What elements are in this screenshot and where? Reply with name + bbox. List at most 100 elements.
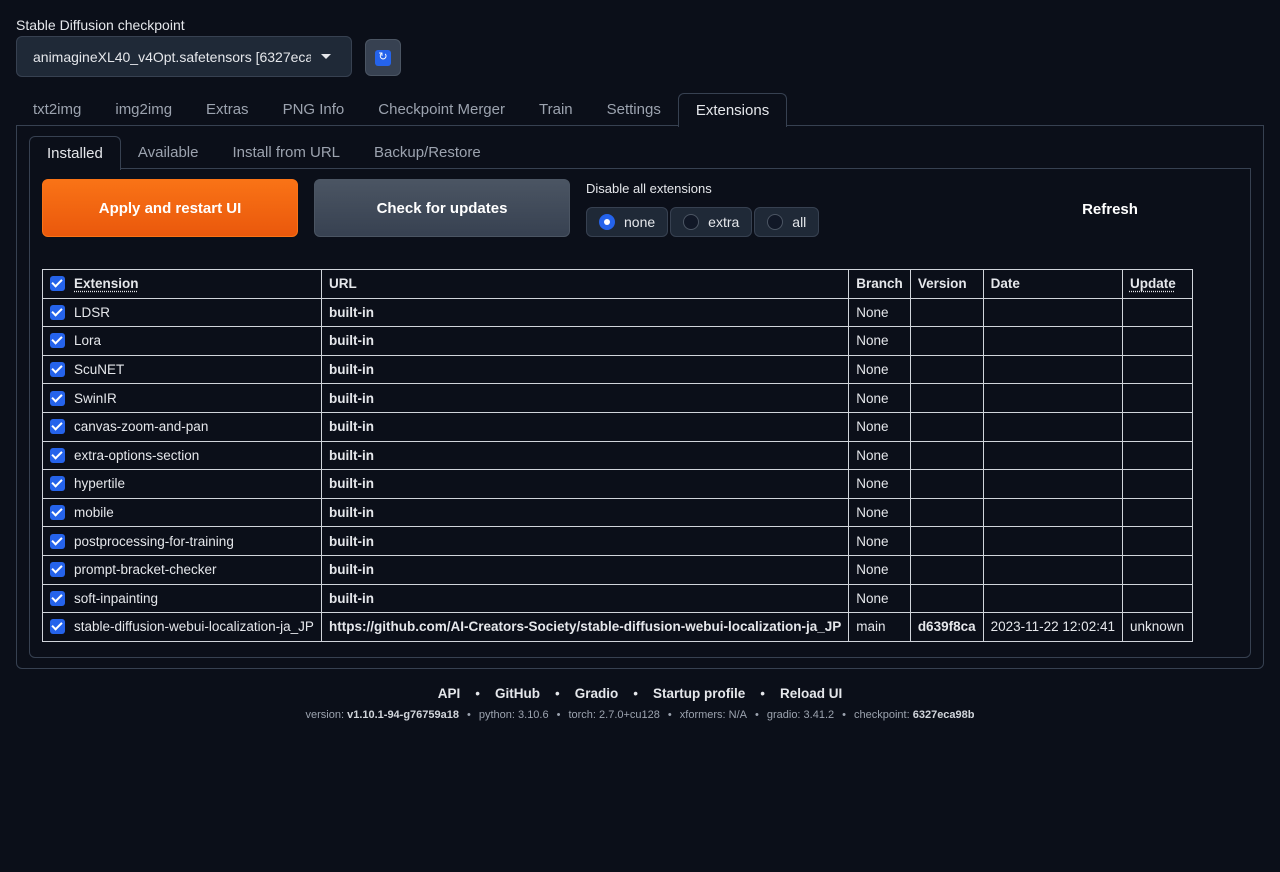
subtab-installed[interactable]: Installed: [29, 136, 121, 170]
cell-branch: None: [848, 497, 911, 528]
cell-date: [982, 354, 1123, 385]
table-row: mobile built-in None: [42, 497, 1193, 528]
cell-update: [1121, 326, 1193, 356]
header-extension: Extension: [42, 269, 322, 299]
table-header-row: Extension URL Branch Version Date Update: [42, 269, 1193, 299]
checkpoint-label: Stable Diffusion checkpoint: [16, 17, 185, 33]
cell-update: unknown: [1121, 612, 1193, 642]
table-row: ScuNET built-in None: [42, 354, 1193, 385]
cell-branch: None: [848, 354, 911, 385]
cell-date: [982, 326, 1123, 356]
checkpoint-dropdown[interactable]: animagineXL40_v4Opt.safetensors [6327eca…: [16, 36, 352, 77]
footer-version-info: version: v1.10.1-94-g76759a18 • python: …: [0, 709, 1280, 721]
subtab-install-from-url[interactable]: Install from URL: [215, 136, 357, 169]
footer-separator: •: [755, 709, 759, 721]
cell-date: 2023-11-22 12:02:41: [982, 612, 1123, 642]
cell-date: [982, 297, 1123, 328]
extension-checkbox[interactable]: [50, 362, 65, 378]
refresh-icon: ↻: [375, 49, 391, 66]
apply-restart-button[interactable]: Apply and restart UI: [42, 179, 298, 237]
extension-name: canvas-zoom-and-pan: [74, 419, 209, 435]
extension-subtabs: Installed Available Install from URL Bac…: [29, 136, 498, 170]
subtab-backup-restore[interactable]: Backup/Restore: [357, 136, 498, 169]
tab-png-info[interactable]: PNG Info: [266, 93, 362, 126]
table-row: extra-options-section built-in None: [42, 440, 1193, 471]
extension-checkbox[interactable]: [50, 419, 65, 435]
cell-update: [1121, 383, 1193, 413]
footer-link-gradio[interactable]: Gradio: [575, 686, 619, 701]
refresh-button[interactable]: Refresh: [1070, 199, 1150, 219]
cell-branch: None: [848, 554, 911, 585]
cell-extension: LDSR: [42, 297, 322, 328]
extension-checkbox[interactable]: [50, 390, 65, 406]
tab-extras[interactable]: Extras: [189, 93, 266, 126]
cell-extension: SwinIR: [42, 383, 322, 413]
refresh-checkpoint-button[interactable]: ↻: [365, 39, 401, 76]
subtab-available[interactable]: Available: [121, 136, 216, 169]
tab-settings[interactable]: Settings: [590, 93, 678, 126]
cell-extension: ScuNET: [42, 354, 322, 385]
cell-url: built-in: [320, 469, 850, 499]
tab-checkpoint-merger[interactable]: Checkpoint Merger: [361, 93, 522, 126]
cell-url: built-in: [320, 383, 850, 413]
extension-checkbox[interactable]: [50, 333, 65, 349]
version-value: v1.10.1-94-g76759a18: [347, 709, 460, 721]
cell-update: [1121, 583, 1193, 614]
extension-checkbox[interactable]: [50, 447, 65, 463]
table-row: hypertile built-in None: [42, 469, 1193, 499]
cell-url: built-in: [320, 440, 850, 471]
tab-train[interactable]: Train: [522, 93, 590, 126]
extension-checkbox[interactable]: [50, 533, 65, 549]
cell-extension: soft-inpainting: [42, 583, 322, 614]
cell-version: [909, 583, 984, 614]
cell-update: [1121, 411, 1193, 442]
radio-extra[interactable]: extra: [670, 207, 753, 237]
checkpoint-label-footer: checkpoint:: [854, 709, 910, 721]
extension-checkbox[interactable]: [50, 562, 65, 578]
footer-link-api[interactable]: API: [438, 686, 461, 701]
footer-link-startup-profile[interactable]: Startup profile: [653, 686, 745, 701]
checkpoint-hash: 6327eca98b: [912, 709, 975, 721]
cell-version: [909, 440, 984, 471]
extension-name: hypertile: [74, 476, 126, 492]
extension-checkbox[interactable]: [50, 590, 65, 606]
select-all-checkbox[interactable]: [50, 276, 65, 292]
cell-branch: main: [848, 612, 911, 642]
tab-extensions[interactable]: Extensions: [677, 93, 788, 127]
cell-update: [1121, 297, 1193, 328]
cell-date: [982, 469, 1123, 499]
extension-name: SwinIR: [74, 390, 117, 406]
table-row: LDSR built-in None: [42, 297, 1193, 328]
footer-link-reload-ui[interactable]: Reload UI: [780, 686, 842, 701]
cell-version: [909, 554, 984, 585]
cell-branch: None: [848, 526, 911, 556]
xformers-version: xformers: N/A: [679, 709, 747, 721]
radio-all[interactable]: all: [754, 207, 820, 237]
header-version: Version: [909, 269, 984, 299]
cell-url: built-in: [320, 354, 850, 385]
radio-none[interactable]: none: [586, 207, 669, 237]
extension-checkbox[interactable]: [50, 505, 65, 521]
header-branch: Branch: [848, 269, 911, 299]
radio-unselected-icon: [767, 214, 784, 230]
tab-img2img[interactable]: img2img: [98, 93, 189, 126]
extension-name: soft-inpainting: [74, 590, 159, 606]
tab-txt2img[interactable]: txt2img: [16, 93, 98, 126]
cell-version: [909, 383, 984, 413]
footer-link-github[interactable]: GitHub: [495, 686, 540, 701]
extension-checkbox[interactable]: [50, 619, 65, 635]
header-update-label: Update: [1129, 276, 1176, 292]
cell-update: [1121, 440, 1193, 471]
footer-separator: •: [556, 709, 561, 721]
extension-checkbox[interactable]: [50, 304, 65, 320]
extension-name: stable-diffusion-webui-localization-ja_J…: [74, 619, 314, 635]
footer-separator: •: [667, 709, 672, 721]
chevron-down-icon: [321, 54, 331, 59]
cell-url: built-in: [320, 526, 850, 556]
cell-date: [982, 440, 1123, 471]
table-row: canvas-zoom-and-pan built-in None: [42, 411, 1193, 442]
radio-unselected-icon: [683, 214, 700, 230]
check-updates-button[interactable]: Check for updates: [314, 179, 570, 237]
cell-url[interactable]: https://github.com/AI-Creators-Society/s…: [320, 612, 850, 642]
extension-checkbox[interactable]: [50, 476, 65, 492]
